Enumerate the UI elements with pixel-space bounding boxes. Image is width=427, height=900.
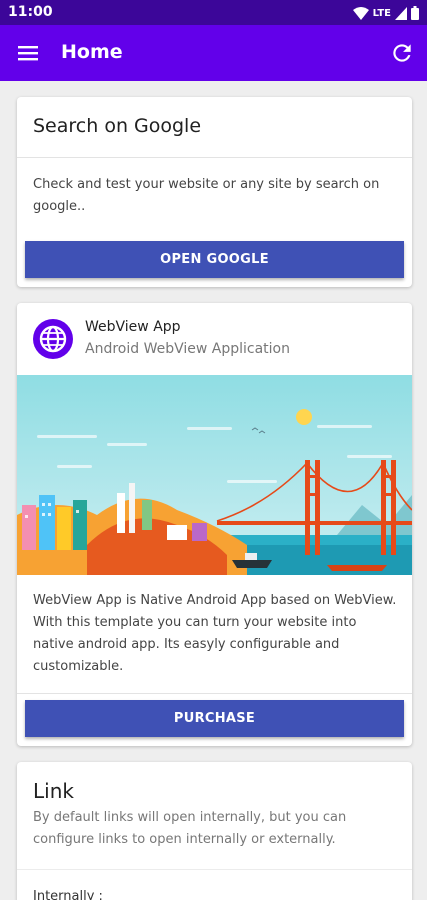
webview-app-card: WebView App Android WebView Application [17, 303, 412, 746]
refresh-icon[interactable] [389, 40, 415, 66]
status-bar: 11:00 LTE [0, 0, 427, 25]
purchase-button[interactable]: PURCHASE [25, 700, 404, 737]
battery-icon [411, 6, 419, 20]
google-card-description: Check and test your website or any site … [33, 177, 380, 214]
google-search-card: Search on Google Check and test your web… [17, 97, 412, 287]
network-type: LTE [372, 7, 391, 19]
app-card-description: WebView App is Native Android App based … [33, 593, 397, 674]
city-bridge-illustration [17, 375, 412, 575]
app-bar: Home [0, 25, 427, 81]
status-icons: LTE [352, 5, 419, 21]
internally-label: Internally : [33, 889, 103, 900]
card-divider [17, 693, 412, 694]
link-card-title: Link [33, 779, 74, 803]
wifi-icon [352, 6, 369, 20]
page-title: Home [61, 41, 123, 63]
menu-icon[interactable] [16, 41, 40, 65]
globe-logo-icon [33, 319, 73, 359]
google-card-title: Search on Google [33, 115, 202, 137]
app-name: WebView App [85, 319, 181, 335]
app-subtitle: Android WebView Application [85, 341, 290, 357]
card-divider [17, 157, 412, 158]
link-card-description: By default links will open internally, b… [33, 810, 347, 847]
status-time: 11:00 [8, 4, 53, 20]
link-card: Link By default links will open internal… [17, 762, 412, 900]
open-google-button[interactable]: OPEN GOOGLE [25, 241, 404, 278]
card-divider [17, 869, 412, 870]
signal-icon [395, 6, 407, 20]
